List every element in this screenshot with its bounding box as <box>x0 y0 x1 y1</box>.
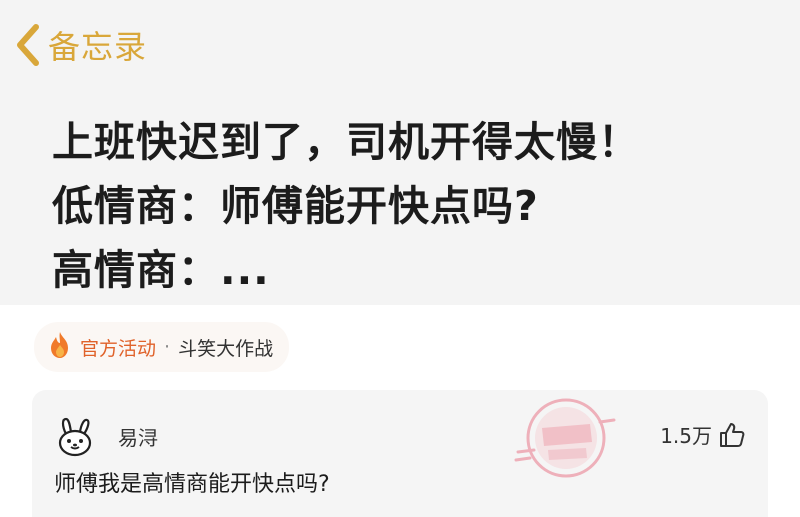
memo-line: 高情商：... <box>52 246 270 294</box>
event-tag[interactable]: 官方活动 · 斗笑大作战 <box>34 322 290 372</box>
thumbs-up-icon[interactable] <box>718 421 746 449</box>
like-count: 1.5万 <box>660 424 712 448</box>
comment-username[interactable]: 易浔 <box>118 422 158 451</box>
notes-back-button[interactable]: 备忘录 <box>14 22 147 68</box>
rabbit-avatar-icon[interactable] <box>54 416 96 458</box>
event-tag-separator: · <box>164 336 171 358</box>
watermark-stamp <box>512 392 620 488</box>
comment-card: 易浔 1.5万 师傅我是高情商能开快点吗? <box>32 390 768 517</box>
memo-content: 上班快迟到了，司机开得太慢！ 低情商：师傅能开快点吗? 高情商：... <box>52 110 760 302</box>
memo-line: 低情商：师傅能开快点吗? <box>52 182 539 230</box>
flame-icon <box>48 331 72 364</box>
event-tag-secondary: 斗笑大作战 <box>178 337 274 360</box>
event-tag-primary: 官方活动 <box>80 337 157 360</box>
comment-text: 师傅我是高情商能开快点吗? <box>54 472 330 497</box>
chevron-left-icon[interactable] <box>14 23 42 67</box>
screen: 备忘录 上班快迟到了，司机开得太慢！ 低情商：师傅能开快点吗? 高情商：... … <box>0 0 800 517</box>
notes-back-label[interactable]: 备忘录 <box>48 22 147 68</box>
memo-line: 上班快迟到了，司机开得太慢！ <box>52 118 640 166</box>
like-button[interactable]: 1.5万 <box>660 420 746 449</box>
